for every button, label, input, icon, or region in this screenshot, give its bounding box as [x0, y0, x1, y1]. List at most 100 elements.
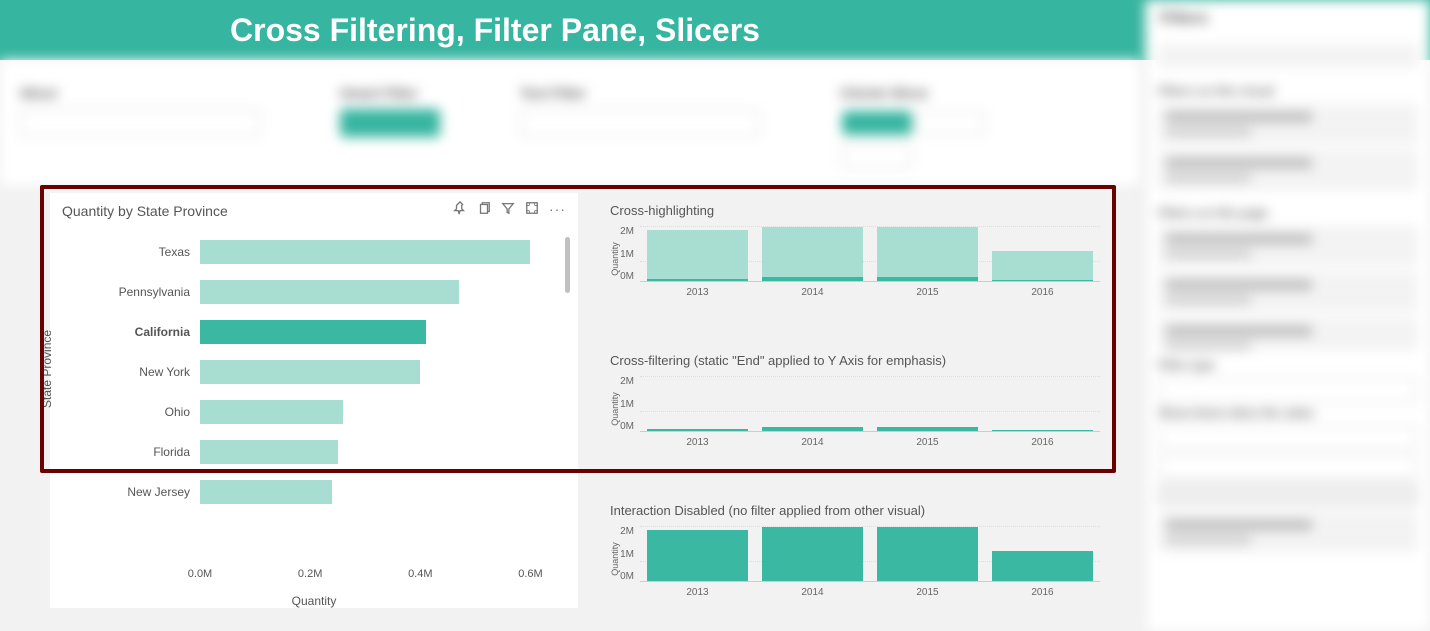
mini-bar[interactable]	[762, 376, 863, 431]
hbar-row[interactable]: Pennsylvania	[50, 279, 558, 305]
mini-yaxis: 2M 1M 0M	[612, 226, 634, 282]
mini-x-tick: 2015	[916, 287, 938, 298]
mini-bar[interactable]	[762, 526, 863, 581]
ytick: 2M	[612, 226, 634, 237]
hbar-bar[interactable]	[200, 320, 426, 344]
mini-x-tick: 2015	[916, 437, 938, 448]
mini-x-tick: 2013	[686, 437, 708, 448]
page-banner: Cross Filtering, Filter Pane, Slicers	[0, 0, 1430, 60]
pin-icon[interactable]	[453, 201, 467, 220]
apply-filter-button[interactable]	[1158, 482, 1418, 506]
smart-filter-label: Smart Filter	[340, 85, 440, 101]
ytick: 2M	[612, 526, 634, 537]
chiclet-row[interactable]	[840, 109, 988, 175]
hbar-bar[interactable]	[200, 480, 332, 504]
hbar-row[interactable]: New Jersey	[50, 479, 558, 505]
mini-xaxis: 2013201420152016	[640, 287, 1100, 298]
hbar-row[interactable]: Ohio	[50, 399, 558, 425]
mini-plot-highlight: Quantity 2M 1M 0M 2013201420152016	[640, 226, 1100, 296]
smart-filter-block[interactable]: Smart Filter	[340, 85, 440, 175]
hbar-category-label: New Jersey	[50, 485, 200, 499]
cross-highlighting-visual[interactable]: Cross-highlighting Quantity 2M 1M 0M 201…	[610, 203, 1100, 296]
mini-bar[interactable]	[647, 526, 748, 581]
hbar-row[interactable]: Florida	[50, 439, 558, 465]
mini-x-tick: 2016	[1031, 437, 1053, 448]
mini-x-tick: 2014	[801, 587, 823, 598]
mini-bar[interactable]	[647, 226, 748, 281]
filter-type-select[interactable]	[1158, 378, 1418, 402]
visual-title: Quantity by State Province	[62, 203, 453, 219]
x-tick: 0.0M	[188, 568, 212, 580]
visual-header: Quantity by State Province ···	[50, 193, 578, 224]
show-items-value[interactable]	[1158, 454, 1418, 478]
mini-x-tick: 2013	[686, 287, 708, 298]
mini-bar[interactable]	[992, 526, 1093, 581]
hbar-bar[interactable]	[200, 240, 530, 264]
mini-yaxis: 2M 1M 0M	[612, 526, 634, 582]
mini-bar[interactable]	[762, 226, 863, 281]
ytick: 0M	[612, 421, 634, 432]
mini-yaxis: 2M 1M 0M	[612, 376, 634, 432]
chiclet-slicer-label: Chiclet Slicer	[840, 85, 988, 101]
hbar-category-label: Florida	[50, 445, 200, 459]
filter-card-region[interactable]	[1158, 512, 1418, 552]
mini-bar[interactable]	[877, 526, 978, 581]
mini-x-tick: 2013	[686, 587, 708, 598]
show-items-label: Show items when the value	[1158, 406, 1418, 420]
ytick: 1M	[612, 399, 634, 410]
mini-x-tick: 2014	[801, 437, 823, 448]
filters-on-page-header: Filters on this page	[1158, 206, 1418, 220]
filter-card-quantity[interactable]	[1158, 104, 1418, 144]
mini-plot-disabled: Quantity 2M 1M 0M 2013201420152016	[640, 526, 1100, 596]
mini-bar[interactable]	[877, 376, 978, 431]
hbar-bar[interactable]	[200, 440, 338, 464]
filter-card-state[interactable]	[1158, 150, 1418, 190]
filter-card-expanded[interactable]	[1158, 318, 1418, 350]
text-filter-input[interactable]	[520, 109, 760, 137]
copy-icon[interactable]	[477, 201, 491, 220]
quantity-by-state-visual[interactable]: Quantity by State Province ··· State Pro…	[50, 193, 578, 608]
hbar-bar[interactable]	[200, 400, 343, 424]
hbar-category-label: California	[50, 325, 200, 339]
slicer-row-blurred: Slicer Smart Filter Text Filter Chiclet …	[0, 60, 1140, 185]
mini-bar[interactable]	[992, 226, 1093, 281]
hbar-category-label: Pennsylvania	[50, 285, 200, 299]
visual-header-icons: ···	[453, 201, 566, 220]
slicer-dropdown[interactable]	[20, 109, 260, 137]
page-title: Cross Filtering, Filter Pane, Slicers	[230, 12, 760, 49]
hbar-row[interactable]: Texas	[50, 239, 558, 265]
more-options-icon[interactable]: ···	[549, 201, 566, 220]
text-filter-block[interactable]: Text Filter	[520, 85, 760, 175]
mini-x-tick: 2015	[916, 587, 938, 598]
mini-title-filter: Cross-filtering (static "End" applied to…	[610, 353, 1100, 368]
filter-pane-blurred: Filters Filters on this visual Filters o…	[1145, 0, 1430, 631]
filter-type-label: Filter type	[1158, 358, 1418, 372]
x-tick: 0.6M	[518, 568, 542, 580]
show-items-select[interactable]	[1158, 426, 1418, 450]
hbar-bar[interactable]	[200, 280, 459, 304]
mini-x-tick: 2016	[1031, 287, 1053, 298]
mini-bar[interactable]	[877, 226, 978, 281]
focus-mode-icon[interactable]	[525, 201, 539, 220]
hbar-bar[interactable]	[200, 360, 420, 384]
filter-icon[interactable]	[501, 201, 515, 220]
hbar-category-label: New York	[50, 365, 200, 379]
slicer-block[interactable]: Slicer	[20, 85, 260, 175]
mini-plot-filter: Quantity 2M 1M 0M 2013201420152016	[640, 376, 1100, 446]
mini-bar[interactable]	[647, 376, 748, 431]
mini-bar[interactable]	[992, 376, 1093, 431]
filter-card-category[interactable]	[1158, 226, 1418, 266]
x-tick: 0.4M	[408, 568, 432, 580]
x-tick: 0.2M	[298, 568, 322, 580]
hbar-row[interactable]: California	[50, 319, 558, 345]
cross-filtering-visual[interactable]: Cross-filtering (static "End" applied to…	[610, 353, 1100, 446]
x-axis-title: Quantity	[50, 594, 578, 608]
mini-title-highlight: Cross-highlighting	[610, 203, 1100, 218]
hbar-row[interactable]: New York	[50, 359, 558, 385]
filter-card-city[interactable]	[1158, 272, 1418, 312]
interaction-disabled-visual[interactable]: Interaction Disabled (no filter applied …	[610, 503, 1100, 596]
chiclet-slicer-block[interactable]: Chiclet Slicer	[840, 85, 988, 175]
hbar-plot-area: Texas Pennsylvania California New York Ohio F…	[50, 233, 578, 568]
ytick: 1M	[612, 249, 634, 260]
smart-filter-chip[interactable]	[340, 109, 440, 137]
